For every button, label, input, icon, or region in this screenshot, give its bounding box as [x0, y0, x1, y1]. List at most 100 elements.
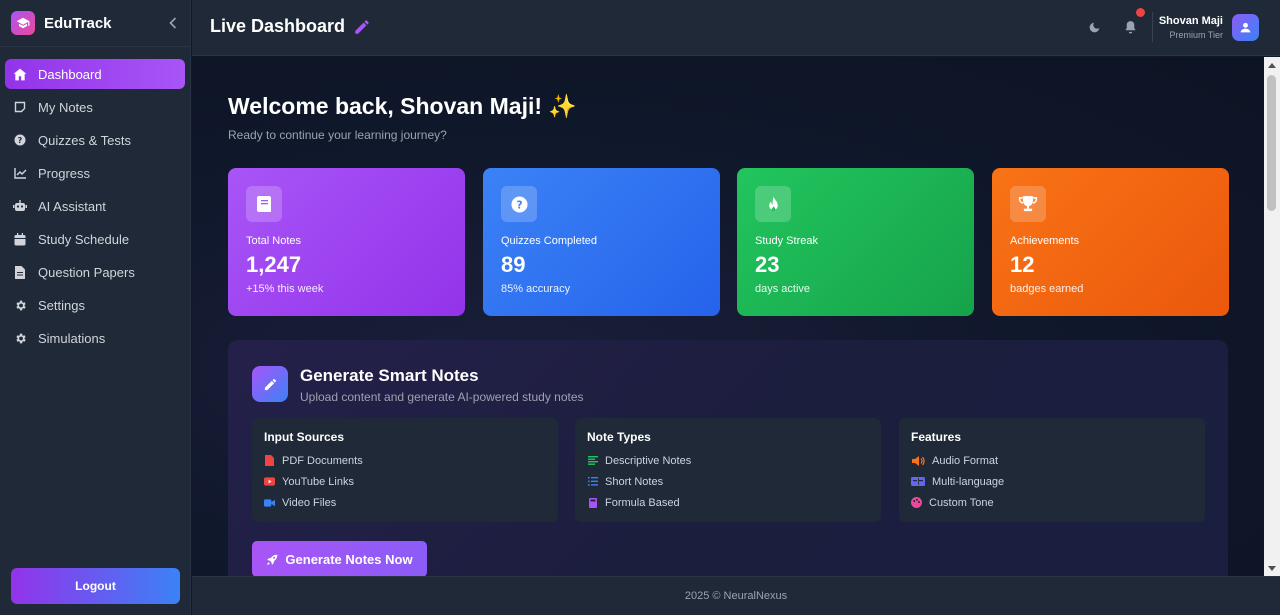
sidebar-nav: Dashboard My Notes ? Quizzes & Tests Pro…	[0, 47, 190, 353]
pdf-icon	[264, 455, 275, 466]
list-item-label: Audio Format	[932, 454, 999, 467]
sidebar-item-quizzes-tests[interactable]: ? Quizzes & Tests	[5, 125, 185, 155]
list-item-label: PDF Documents	[282, 454, 363, 467]
stat-value: 23	[755, 252, 780, 277]
stat-label: Total Notes	[246, 235, 302, 247]
gear-icon	[13, 298, 27, 312]
sidebar-item-label: Study Schedule	[38, 231, 130, 247]
header-divider	[1152, 12, 1153, 42]
brand: EduTrack	[0, 0, 190, 47]
flame-icon	[755, 186, 791, 222]
list-item: Formula Based	[587, 492, 869, 513]
question-icon: ?	[501, 186, 537, 222]
home-icon	[13, 67, 27, 81]
page-title-text: Live Dashboard	[210, 16, 346, 36]
sidebar-item-dashboard[interactable]: Dashboard	[5, 59, 185, 89]
rocket-icon	[266, 553, 279, 566]
stat-label: Study Streak	[755, 235, 818, 247]
sidebar-item-label: Settings	[38, 297, 85, 313]
list-item: Video Files	[264, 492, 546, 513]
stat-card-quizzes-completed[interactable]: ? Quizzes Completed 89 85% accuracy	[483, 168, 720, 316]
scroll-down-arrow[interactable]	[1264, 560, 1280, 576]
stat-sub: days active	[755, 283, 811, 295]
list-item-label: Short Notes	[605, 475, 664, 488]
box-title: Note Types	[587, 430, 651, 444]
sidebar-item-question-papers[interactable]: Question Papers	[5, 257, 185, 287]
top-header: Live Dashboard Shovan Maji Premium Tier	[192, 0, 1280, 56]
sidebar-item-label: Quizzes & Tests	[38, 132, 131, 148]
footer: 2025 © NeuralNexus	[192, 576, 1280, 615]
stat-sub: badges earned	[1010, 283, 1084, 295]
stat-card-total-notes[interactable]: Total Notes 1,247 +15% this week	[228, 168, 465, 316]
scrollbar-thumb[interactable]	[1267, 75, 1276, 211]
welcome-heading: Welcome back, Shovan Maji! ✨	[228, 93, 578, 119]
stat-label: Achievements	[1010, 235, 1080, 247]
bell-icon[interactable]	[1122, 19, 1138, 35]
generate-button-label: Generate Notes Now	[285, 551, 413, 567]
note-icon	[13, 100, 27, 114]
sidebar-item-label: Simulations	[38, 330, 106, 346]
box-title: Input Sources	[264, 430, 345, 444]
main-content: Welcome back, Shovan Maji! ✨ Ready to co…	[192, 57, 1264, 576]
palette-icon	[911, 497, 922, 508]
book-icon	[246, 186, 282, 222]
main-scrollbar[interactable]	[1264, 57, 1280, 576]
scroll-up-arrow[interactable]	[1264, 57, 1280, 73]
sidebar-item-label: Question Papers	[38, 264, 135, 280]
user-icon	[1240, 22, 1251, 33]
moon-icon[interactable]	[1086, 19, 1102, 35]
stat-sub: +15% this week	[246, 283, 324, 295]
list-item-label: Custom Tone	[929, 496, 994, 509]
list-item-label: YouTube Links	[282, 475, 354, 488]
calculator-icon	[587, 497, 598, 508]
user-name: Shovan Maji	[1158, 15, 1223, 27]
sidebar-item-my-notes[interactable]: My Notes	[5, 92, 185, 122]
list-item-label: Formula Based	[605, 496, 680, 509]
list-item: Audio Format	[911, 450, 1193, 471]
language-icon	[911, 476, 925, 487]
stat-value: 89	[501, 252, 526, 277]
list-icon	[587, 476, 598, 487]
gear-icon	[13, 331, 27, 345]
input-sources-box: Input Sources PDF Documents YouTube Link…	[252, 418, 558, 522]
notification-badge	[1136, 8, 1145, 17]
calendar-icon	[13, 232, 27, 246]
box-title: Features	[911, 430, 962, 444]
video-icon	[264, 497, 275, 508]
stat-sub: 85% accuracy	[501, 283, 571, 295]
list-item: Multi-language	[911, 471, 1193, 492]
list-item: Short Notes	[587, 471, 869, 492]
list-item: PDF Documents	[264, 450, 546, 471]
generate-notes-button[interactable]: Generate Notes Now	[252, 541, 427, 576]
align-left-icon	[587, 455, 598, 466]
generate-subtitle: Upload content and generate AI-powered s…	[300, 390, 584, 404]
trophy-icon	[1010, 186, 1046, 222]
graduation-cap-icon	[11, 11, 35, 35]
sidebar-item-progress[interactable]: Progress	[5, 158, 185, 188]
stat-value: 12	[1010, 252, 1035, 277]
chart-line-icon	[13, 166, 27, 180]
brand-name: EduTrack	[44, 14, 112, 32]
stat-card-achievements[interactable]: Achievements 12 badges earned	[992, 168, 1229, 316]
sidebar-item-simulations[interactable]: Simulations	[5, 323, 185, 353]
welcome-subtitle: Ready to continue your learning journey?	[228, 128, 447, 142]
chevron-left-icon[interactable]	[166, 14, 180, 32]
file-icon	[13, 265, 27, 279]
pencil-icon	[252, 366, 288, 402]
generate-title: Generate Smart Notes	[300, 366, 479, 385]
generate-notes-panel: Generate Smart Notes Upload content and …	[228, 340, 1228, 576]
pencil-icon	[353, 18, 371, 36]
features-box: Features Audio Format Multi-language Cus…	[899, 418, 1205, 522]
avatar[interactable]	[1232, 14, 1259, 41]
logout-button[interactable]: Logout	[11, 568, 180, 604]
sidebar-item-label: My Notes	[38, 99, 93, 115]
footer-text: 2025 © NeuralNexus	[684, 590, 788, 602]
sidebar-item-settings[interactable]: Settings	[5, 290, 185, 320]
sidebar-item-ai-assistant[interactable]: AI Assistant	[5, 191, 185, 221]
note-types-box: Note Types Descriptive Notes Short Notes…	[575, 418, 881, 522]
sidebar-item-study-schedule[interactable]: Study Schedule	[5, 224, 185, 254]
list-item: YouTube Links	[264, 471, 546, 492]
stat-value: 1,247	[246, 252, 302, 277]
svg-text:?: ?	[18, 136, 23, 145]
stat-card-study-streak[interactable]: Study Streak 23 days active	[737, 168, 974, 316]
